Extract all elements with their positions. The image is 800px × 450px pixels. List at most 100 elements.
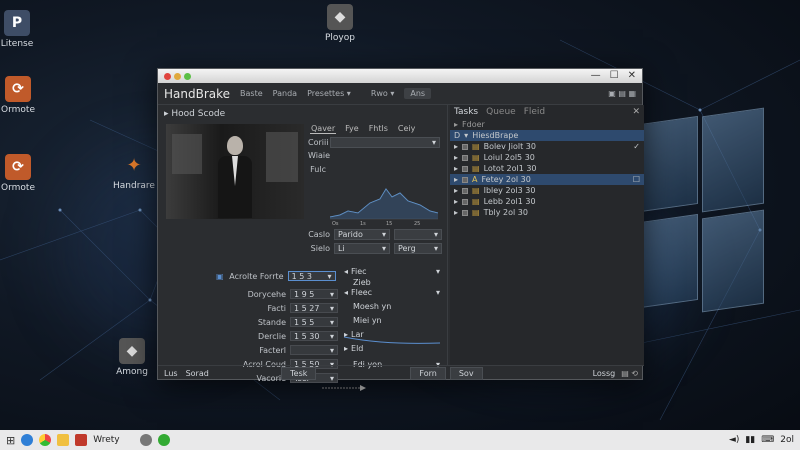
forn-button[interactable]: Forn [410, 367, 446, 380]
file-icon: ▤ [472, 142, 480, 151]
tab[interactable]: Tasks [454, 107, 478, 117]
clock[interactable]: 2ol [780, 435, 794, 445]
option-row[interactable]: Miei yn [344, 315, 440, 325]
histogram-graph: Os 1s 15 25 [330, 188, 438, 225]
field-label: Stande [257, 317, 286, 327]
queue-row[interactable]: ▸ ▤ Tbly 2ol 30 [450, 207, 644, 218]
top-dropdown-1[interactable]: ▾ [330, 137, 440, 148]
checkbox[interactable] [462, 176, 469, 183]
edge-icon[interactable] [21, 434, 34, 446]
tab[interactable]: Qaver [310, 124, 337, 134]
app-icon[interactable] [157, 434, 170, 446]
desktop-icon-label: Ployop [325, 33, 355, 43]
option-row[interactable]: ▸ Eld [344, 343, 440, 353]
checkbox[interactable] [462, 187, 469, 194]
option-row[interactable]: Moesh yn [344, 301, 440, 311]
option-row[interactable]: ◂ Fleec ▾ [344, 287, 440, 297]
menu-item[interactable]: Ans [404, 88, 432, 99]
number-field[interactable]: 1 5 27 ▾ [290, 303, 338, 313]
checkbox[interactable] [462, 154, 469, 161]
desktop-icon-among[interactable]: ◆ Among [102, 338, 162, 377]
option-row[interactable]: ◂ Fiec ▾ [344, 266, 440, 276]
footer-label: Sorad [185, 369, 209, 378]
maximize-icon[interactable]: ☐ [610, 70, 619, 81]
chrome-icon[interactable] [39, 434, 52, 446]
zoom-dot-icon[interactable] [184, 72, 191, 80]
menu-item[interactable]: Baste [240, 89, 263, 98]
footer-tool-icons[interactable]: ▤ ⟲ [621, 369, 638, 378]
speaker-icon[interactable]: ◄) [729, 435, 739, 445]
number-field[interactable]: 1 5 3 ▾ [287, 271, 336, 281]
taskbar-app-label[interactable]: Wrety [93, 435, 119, 445]
minimize-dot-icon[interactable] [174, 72, 181, 80]
desktop-icon-litense[interactable]: P Litense [0, 10, 47, 49]
queue-row[interactable]: ▸ ▤ Ibley 2ol3 30 [450, 185, 644, 196]
menu-item[interactable]: Panda [273, 89, 297, 98]
sielo-dropdown[interactable]: Li ▾ [334, 243, 390, 254]
caslo-dropdown-2[interactable]: ▾ [394, 229, 442, 240]
queue-row[interactable]: ▸ ▤ Loiul 2ol5 30 [450, 152, 644, 163]
menu-item[interactable]: Rwo ▾ [371, 89, 395, 98]
number-field[interactable]: 1 5 30 ▾ [290, 331, 338, 341]
handbrake-window: — ☐ ✕ HandBrake Baste Panda Presettes ▾ … [157, 68, 644, 391]
desktop-icon-label: Ormote [1, 105, 35, 115]
handbrake-taskbar-icon[interactable] [75, 434, 88, 446]
window-tool-icons[interactable]: ▣ ▤ ▦ [608, 89, 636, 98]
task-button[interactable]: Tesk [281, 367, 317, 380]
chevron-down-icon: ▾ [329, 331, 334, 341]
preview-person [218, 136, 252, 219]
checkbox[interactable] [462, 165, 469, 172]
checkbox[interactable] [462, 198, 469, 205]
field-label: Caslo [308, 230, 330, 239]
network-icon[interactable]: ▮▮ [745, 435, 755, 445]
app-icon: ⟳ [5, 154, 31, 180]
desktop-icon-handrare[interactable]: ✦ Handrare [104, 152, 164, 192]
chevron-down-icon: ▾ [435, 287, 440, 297]
checkbox[interactable] [462, 143, 469, 150]
queue-row-selected[interactable]: ▸ A Fetey 2ol 30 ☐ [450, 174, 644, 185]
queue-row[interactable]: ▸ ▤ Bolev Jiolt 30 ✓ [450, 141, 644, 152]
file-icon: ▤ [472, 153, 480, 162]
tab[interactable]: Fhtls [368, 124, 389, 134]
expand-icon: ▾ [464, 131, 469, 140]
queue-row[interactable]: ▸ ▤ Lotot 2ol1 30 [450, 163, 644, 174]
app-icon[interactable] [139, 434, 152, 446]
start-icon[interactable]: ⊞ [6, 434, 15, 447]
tab[interactable]: Ceiy [397, 124, 416, 134]
option-row[interactable]: Zieb [344, 277, 440, 287]
menu-item[interactable]: Presettes ▾ [307, 89, 351, 98]
chevron-down-icon: ▾ [329, 303, 334, 313]
encode-panel: ▸ Hood Scode Qaver Fye Fhtls Ceiy Coriii… [158, 105, 448, 391]
sov-button[interactable]: Sov [449, 367, 483, 380]
keyboard-icon[interactable]: ⌨ [761, 435, 774, 445]
close-dot-icon[interactable] [164, 72, 171, 80]
chevron-down-icon: ▾ [329, 289, 334, 299]
desktop-icon-ormote-2[interactable]: ⟳ Ormote [0, 154, 48, 193]
desktop-icon-ployop[interactable]: ◆ Ployop [310, 4, 370, 43]
minimize-icon[interactable]: — [591, 70, 601, 81]
desktop-icon-ormote-1[interactable]: ⟳ Ormote [0, 76, 48, 115]
file-icon: ▤ [472, 164, 480, 173]
histo-label: 1s [360, 221, 366, 225]
number-field[interactable]: ▾ [290, 345, 338, 355]
field-label: Derclie [258, 331, 286, 341]
field-label: Dorycehe [247, 289, 286, 299]
desktop-icon-label: Ormote [1, 183, 35, 193]
video-preview[interactable] [166, 124, 304, 219]
close-icon[interactable]: ✕ [632, 107, 640, 117]
tab[interactable]: Queue [486, 107, 516, 117]
title-bar[interactable]: — ☐ ✕ [158, 69, 642, 83]
queue-row[interactable]: ▸ ▤ Lebb 2ol1 30 [450, 196, 644, 207]
number-field[interactable]: 1 5 5 ▾ [290, 317, 338, 327]
histo-label: 15 [386, 221, 392, 225]
close-icon[interactable]: ✕ [628, 70, 636, 81]
checkbox[interactable] [462, 209, 469, 216]
tab[interactable]: Fye [344, 124, 360, 134]
handbrake-icon: ✦ [126, 154, 142, 176]
queue-root[interactable]: D ▾ HiesdBrape [450, 130, 644, 141]
number-field[interactable]: 1 9 5 ▾ [290, 289, 338, 299]
tab[interactable]: Fleid [524, 107, 545, 117]
folder-icon[interactable] [57, 434, 70, 446]
caslo-dropdown[interactable]: Parido ▾ [334, 229, 390, 240]
sielo-dropdown-2[interactable]: Perg ▾ [394, 243, 442, 254]
